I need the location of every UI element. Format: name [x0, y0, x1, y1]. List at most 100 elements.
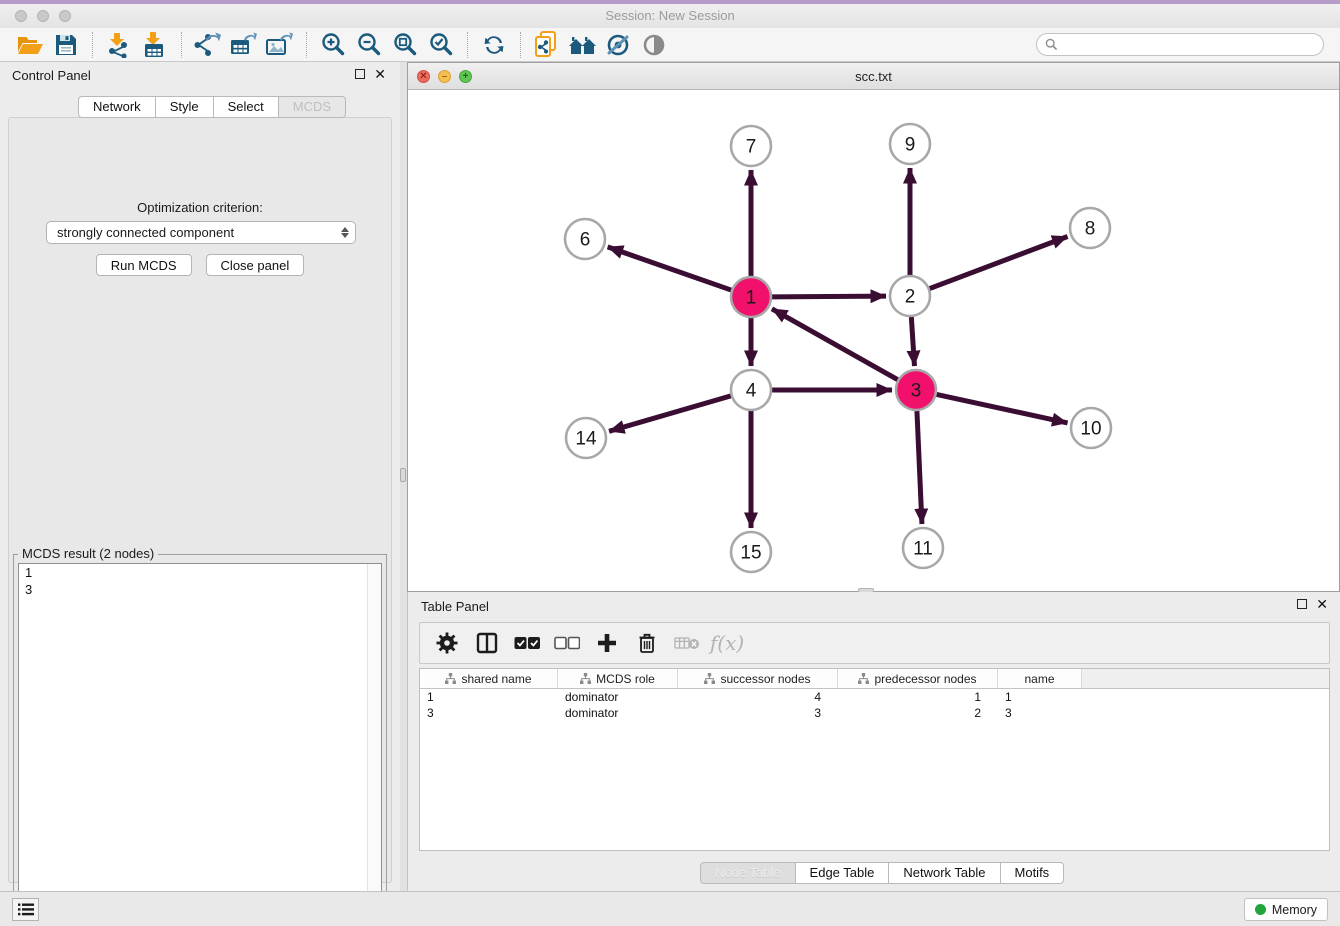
search-icon	[1045, 38, 1058, 51]
zoom-selected-button[interactable]	[423, 30, 459, 60]
table-cell[interactable]: 3	[420, 706, 558, 720]
open-session-icon	[17, 34, 44, 56]
gear-icon	[436, 632, 458, 654]
graph-edge-3-1[interactable]	[772, 309, 898, 380]
graph-node-8[interactable]: 8	[1070, 208, 1110, 248]
import-network-button[interactable]	[101, 30, 137, 60]
tab-node-table[interactable]: Node Table	[700, 862, 796, 884]
tab-network[interactable]: Network	[78, 96, 156, 118]
graph-edge-1-6[interactable]	[608, 247, 732, 290]
split-columns-icon	[476, 632, 498, 654]
graph-node-3[interactable]: 3	[896, 370, 936, 410]
graph-edge-1-2[interactable]	[772, 296, 886, 297]
show-all-button[interactable]	[637, 30, 673, 60]
import-table-button[interactable]	[137, 30, 173, 60]
table-cell[interactable]: 3	[678, 706, 838, 720]
column-header-name[interactable]: name	[998, 669, 1082, 688]
export-network-button[interactable]	[190, 30, 226, 60]
close-panel-button[interactable]: Close panel	[206, 254, 305, 276]
graph-edge-4-14[interactable]	[609, 396, 731, 431]
result-list-item[interactable]: 1	[19, 564, 381, 581]
graph-node-4[interactable]: 4	[731, 370, 771, 410]
delete-table-button[interactable]	[670, 627, 704, 659]
close-table-panel-icon[interactable]: ✕	[1316, 599, 1328, 609]
show-panels-button[interactable]	[12, 898, 39, 921]
tab-mcds[interactable]: MCDS	[279, 96, 346, 118]
graph-node-1[interactable]: 1	[731, 277, 771, 317]
graph-node-11[interactable]: 11	[903, 528, 943, 568]
graph-edge-3-11[interactable]	[917, 411, 922, 524]
graph-node-7[interactable]: 7	[731, 126, 771, 166]
float-table-panel-icon[interactable]	[1297, 599, 1307, 609]
zoom-selected-icon	[428, 32, 454, 58]
tab-style[interactable]: Style	[156, 96, 214, 118]
export-image-button[interactable]	[262, 30, 298, 60]
graph-edge-3-10[interactable]	[937, 394, 1068, 422]
graph-node-10[interactable]: 10	[1071, 408, 1111, 448]
graph-edge-2-3[interactable]	[911, 317, 914, 366]
table-cell[interactable]: 1	[998, 690, 1082, 704]
table-cell[interactable]: 3	[998, 706, 1082, 720]
zoom-out-button[interactable]	[351, 30, 387, 60]
export-table-button[interactable]	[226, 30, 262, 60]
table-cell[interactable]: dominator	[558, 690, 678, 704]
column-header-successor-nodes[interactable]: successor nodes	[678, 669, 838, 688]
hide-selected-button[interactable]	[601, 30, 637, 60]
first-neighbors-button[interactable]	[565, 30, 601, 60]
run-mcds-button[interactable]: Run MCDS	[96, 254, 192, 276]
float-panel-icon[interactable]	[355, 69, 365, 79]
graph-node-15[interactable]: 15	[731, 532, 771, 572]
panel-splitter-handle[interactable]	[400, 468, 406, 482]
select-all-columns-button[interactable]	[510, 627, 544, 659]
save-session-button[interactable]	[48, 30, 84, 60]
split-view-button[interactable]	[470, 627, 504, 659]
column-header-MCDS-role[interactable]: MCDS role	[558, 669, 678, 688]
network-window-titlebar[interactable]: ✕ – + scc.txt	[408, 63, 1339, 90]
import-network-icon	[106, 32, 132, 58]
graph-node-14[interactable]: 14	[566, 418, 606, 458]
delete-column-button[interactable]	[630, 627, 664, 659]
tab-network-table[interactable]: Network Table	[889, 862, 1000, 884]
column-header-shared-name[interactable]: shared name	[420, 669, 558, 688]
node-table[interactable]: shared nameMCDS rolesuccessor nodesprede…	[419, 668, 1330, 851]
column-header-predecessor-nodes[interactable]: predecessor nodes	[838, 669, 998, 688]
refresh-button[interactable]	[476, 30, 512, 60]
clone-network-button[interactable]	[529, 30, 565, 60]
graph-node-2[interactable]: 2	[890, 276, 930, 316]
result-scrollbar[interactable]	[367, 564, 381, 926]
close-panel-icon[interactable]: ✕	[374, 69, 386, 79]
table-row[interactable]: 1dominator411	[420, 689, 1329, 705]
table-row[interactable]: 3dominator323	[420, 705, 1329, 721]
table-cell[interactable]: 1	[420, 690, 558, 704]
graph-node-label: 7	[746, 137, 757, 158]
window-title: Session: New Session	[0, 8, 1340, 23]
mcds-result-groupbox: MCDS result (2 nodes) 13	[13, 554, 387, 926]
table-cell[interactable]: 2	[838, 706, 998, 720]
graph-node-9[interactable]: 9	[890, 124, 930, 164]
create-column-button[interactable]	[590, 627, 624, 659]
export-network-icon	[194, 32, 222, 58]
graph-node-6[interactable]: 6	[565, 219, 605, 259]
function-builder-button[interactable]: f(x)	[710, 627, 744, 659]
table-cell[interactable]: dominator	[558, 706, 678, 720]
tab-select[interactable]: Select	[214, 96, 279, 118]
table-settings-button[interactable]	[430, 627, 464, 659]
graph-canvas[interactable]: 7 9 6 8 1 2 4 3 14 10 15 11	[408, 90, 1339, 591]
zoom-in-button[interactable]	[315, 30, 351, 60]
toolbar-separator	[520, 32, 521, 58]
table-cell[interactable]: 4	[678, 690, 838, 704]
table-cell[interactable]: 1	[838, 690, 998, 704]
deselect-all-columns-button[interactable]	[550, 627, 584, 659]
memory-button[interactable]: Memory	[1244, 898, 1328, 921]
graph-edge-2-8[interactable]	[930, 236, 1068, 288]
tab-motifs[interactable]: Motifs	[1001, 862, 1065, 884]
criterion-select[interactable]: strongly connected component	[46, 221, 356, 244]
result-list-item[interactable]: 3	[19, 581, 381, 598]
zoom-fit-button[interactable]	[387, 30, 423, 60]
control-panel-title: Control Panel	[12, 68, 91, 83]
delete-table-icon	[674, 635, 700, 651]
search-input[interactable]	[1036, 33, 1324, 56]
mcds-result-list[interactable]: 13	[18, 563, 382, 926]
tab-edge-table[interactable]: Edge Table	[796, 862, 890, 884]
open-session-button[interactable]	[12, 30, 48, 60]
